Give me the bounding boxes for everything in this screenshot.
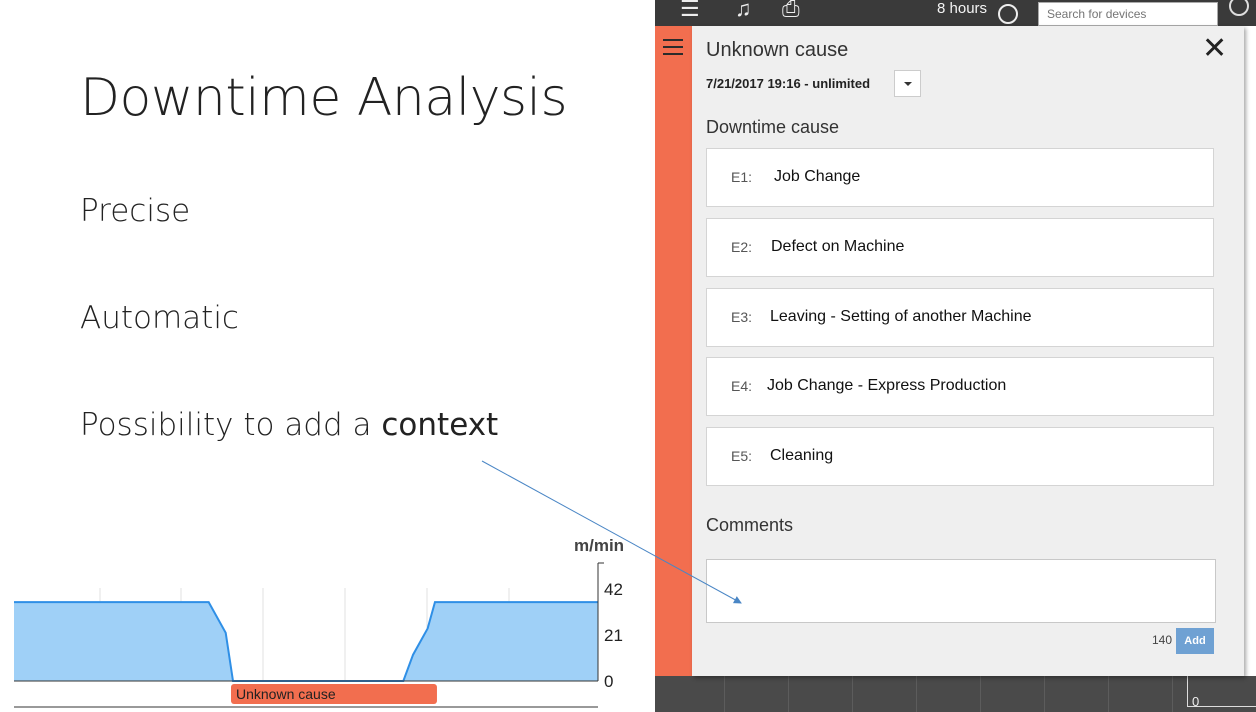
series-area (14, 602, 598, 681)
menu-icon[interactable]: ☰ (680, 0, 700, 22)
bullet-context: Possibility to add a context (80, 407, 498, 443)
y-unit-label: m/min (574, 536, 624, 555)
cause-code: E1: (731, 169, 753, 185)
dialog-menu-icon[interactable] (663, 39, 683, 60)
section-downtime-cause: Downtime cause (706, 117, 840, 137)
cause-item-e3[interactable]: E3: Leaving - Setting of another Machine (706, 288, 1214, 347)
bullet-context-prefix: Possibility to add a (80, 407, 382, 443)
comments-input[interactable] (706, 559, 1216, 623)
bottom-axis-zero: 0 (1192, 694, 1200, 709)
event-label: Unknown cause (236, 686, 336, 702)
y-tick-label: 21 (604, 626, 623, 645)
cause-label: Cleaning (770, 447, 834, 464)
cause-label: Defect on Machine (771, 238, 905, 255)
cause-code: E5: (731, 448, 753, 464)
bullet-context-emphasis: context (381, 407, 499, 443)
slide-title: Downtime Analysis (80, 68, 568, 128)
y-tick-label: 42 (604, 580, 623, 599)
downtime-dialog: Unknown cause ✕ 7/21/2017 19:16 - unlimi… (692, 26, 1244, 676)
clock-icon[interactable] (998, 4, 1018, 24)
char-counter: 140 (1152, 633, 1173, 647)
cause-item-e4[interactable]: E4: Job Change - Express Production (706, 357, 1214, 416)
section-comments: Comments (706, 515, 794, 535)
cause-code: E2: (731, 239, 753, 255)
cause-item-e5[interactable]: E5: Cleaning (706, 427, 1214, 486)
cause-code: E4: (731, 378, 753, 394)
cause-item-e1[interactable]: E1: Job Change (706, 148, 1214, 207)
printer-icon[interactable]: ⎙ (782, 0, 800, 22)
y-tick-label: 0 (604, 672, 613, 691)
add-comment-button[interactable]: Add (1176, 628, 1214, 654)
search-input[interactable] (1038, 2, 1218, 26)
date-range-label: 7/21/2017 19:16 - unlimited (706, 76, 871, 91)
bullet-precise: Precise (80, 193, 191, 229)
dialog-title: Unknown cause (706, 39, 849, 61)
cause-label: Leaving - Setting of another Machine (770, 308, 1032, 325)
app-bottom-chart (655, 676, 1256, 712)
cause-label: Job Change (774, 168, 861, 185)
dialog-accent-strip (655, 26, 692, 676)
date-range-dropdown[interactable] (894, 70, 921, 97)
bell-icon[interactable]: ♫ (735, 0, 752, 22)
time-range-label[interactable]: 8 hours (937, 0, 987, 17)
speed-chart: 42 21 0 m/min Unknown cause (14, 536, 624, 708)
close-icon[interactable]: ✕ (1202, 34, 1227, 64)
cause-label: Job Change - Express Production (767, 377, 1007, 394)
cause-item-e2[interactable]: E2: Defect on Machine (706, 218, 1214, 277)
bullet-automatic: Automatic (80, 300, 239, 336)
cause-code: E3: (731, 309, 753, 325)
